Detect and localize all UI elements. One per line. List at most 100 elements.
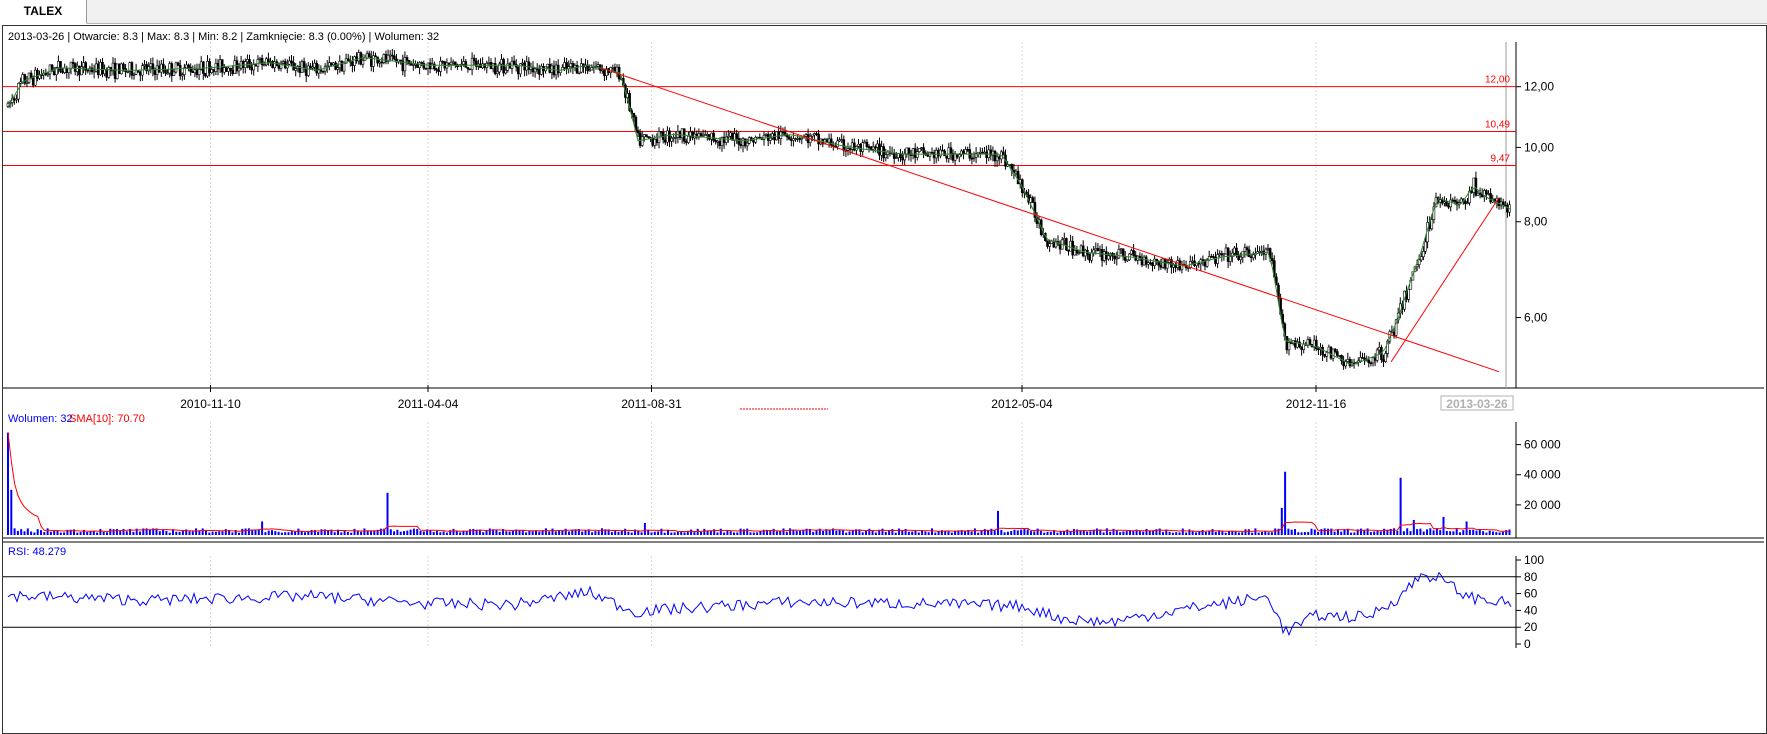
- volume-bar: [59, 532, 62, 535]
- volume-bar: [1488, 530, 1491, 535]
- volume-bar: [366, 530, 369, 535]
- candle-body: [105, 69, 108, 78]
- candle-body: [1420, 256, 1423, 261]
- volume-bar: [214, 531, 217, 535]
- candle-body: [777, 131, 781, 139]
- volume-bar: [1452, 531, 1455, 535]
- candle-body: [871, 146, 875, 150]
- candle-body: [1121, 248, 1125, 257]
- candle-body: [737, 138, 741, 145]
- volume-bar: [1244, 529, 1247, 535]
- volume-bar: [1069, 531, 1072, 535]
- candle-body: [52, 70, 56, 76]
- volume-bar: [1303, 532, 1306, 535]
- volume-bar: [894, 532, 897, 535]
- x-tick-label: 2012-11-16: [1286, 397, 1347, 411]
- volume-bar: [792, 529, 795, 535]
- volume-bar: [1020, 529, 1023, 535]
- candle-body: [638, 132, 642, 146]
- candle-body: [1264, 248, 1268, 255]
- candle-body: [168, 63, 171, 74]
- chart-canvas: 2010-11-10 2011-04-04 2011-08-31 2012-05-04…: [3, 42, 1764, 651]
- volume-bar: [459, 532, 462, 535]
- y-tick-label: 10,00: [1524, 140, 1554, 154]
- volume-bar: [1168, 531, 1171, 535]
- volume-bar: [406, 530, 409, 535]
- volume-bar: [1386, 529, 1389, 535]
- candle-body: [903, 153, 907, 161]
- y-tick-label: 6,00: [1524, 311, 1548, 325]
- candle-body: [964, 149, 967, 154]
- volume-bar: [874, 532, 877, 535]
- candle-body: [1126, 259, 1129, 262]
- candle-body: [155, 65, 159, 75]
- volume-bar: [610, 532, 613, 535]
- candle-body: [1245, 247, 1249, 251]
- volume-bar: [917, 532, 920, 535]
- candle-body: [1092, 249, 1095, 254]
- volume-bar: [693, 532, 696, 535]
- volume-bar: [1096, 528, 1098, 535]
- candle-body: [302, 61, 306, 69]
- volume-bar: [729, 531, 732, 535]
- volume-bar: [1412, 519, 1415, 535]
- candle-body: [876, 143, 879, 148]
- candle-body: [579, 63, 583, 73]
- candle-body: [745, 142, 749, 147]
- candle-body: [466, 67, 470, 70]
- rsi-y-tick-label: 60: [1524, 587, 1538, 601]
- candle-body: [1233, 247, 1236, 254]
- candle-body: [69, 61, 73, 69]
- volume-bar: [812, 531, 815, 535]
- candle-body: [208, 61, 211, 74]
- candle-body: [829, 138, 833, 146]
- volume-bar: [518, 530, 521, 535]
- candle-body: [103, 69, 106, 75]
- candle-body: [126, 71, 129, 73]
- candle-body: [252, 64, 255, 71]
- volume-bar: [1402, 531, 1405, 535]
- candle-body: [1447, 205, 1450, 208]
- candle-body: [632, 112, 636, 118]
- candle-body: [495, 71, 499, 75]
- volume-bar: [208, 532, 211, 535]
- candle-body: [468, 68, 472, 71]
- candle-body: [859, 143, 862, 152]
- volume-bar: [96, 532, 99, 535]
- volume-bar: [53, 530, 56, 535]
- volume-bar: [409, 529, 412, 535]
- volume-bar: [591, 532, 594, 535]
- candle-body: [848, 148, 852, 150]
- volume-bar: [1195, 532, 1197, 535]
- volume-bar: [703, 528, 706, 535]
- volume-bar: [891, 529, 894, 535]
- candle-body: [1506, 204, 1509, 213]
- candle-body: [33, 69, 37, 86]
- candle-body: [563, 62, 566, 68]
- candle-body: [491, 63, 495, 69]
- volume-bar: [1350, 532, 1353, 535]
- volume-bar: [581, 531, 584, 535]
- candle-body: [1100, 249, 1104, 261]
- candle-body: [1266, 248, 1270, 250]
- volume-bar: [1043, 532, 1046, 535]
- candle-body: [666, 130, 669, 143]
- candle-body: [378, 61, 382, 64]
- candle-body: [120, 63, 123, 75]
- volume-y-tick-label: 20 000: [1524, 498, 1561, 512]
- candle-body: [1191, 260, 1194, 263]
- candle-body: [414, 63, 417, 66]
- candle-body: [1222, 253, 1226, 256]
- volume-bar: [373, 530, 376, 535]
- candle-body: [1438, 199, 1442, 203]
- candle-body: [90, 67, 94, 72]
- candle-body: [962, 150, 965, 154]
- volume-bar: [115, 528, 118, 535]
- candle-body: [796, 138, 799, 140]
- volume-bar: [1462, 530, 1465, 535]
- volume-bar: [548, 531, 551, 535]
- candle-body: [991, 150, 995, 156]
- volume-bar: [709, 530, 712, 535]
- candle-body: [1096, 248, 1100, 251]
- volume-bar: [76, 532, 79, 535]
